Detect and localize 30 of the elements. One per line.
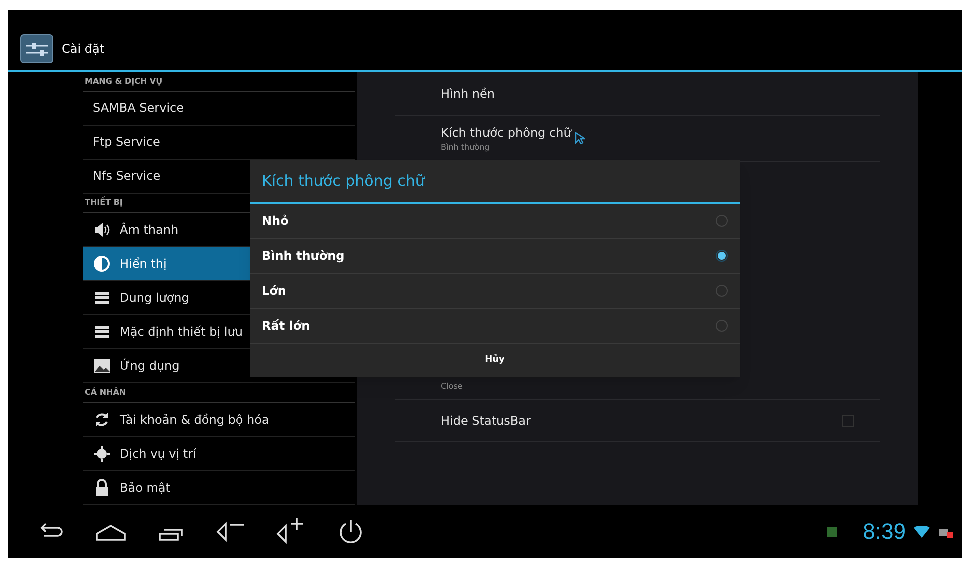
radio-button[interactable] <box>716 285 728 297</box>
sidebar-item[interactable]: Bảo mật <box>83 471 355 505</box>
speaker-icon <box>93 220 111 239</box>
settings-row[interactable]: Hide StatusBar <box>395 400 880 442</box>
contrast-icon <box>93 254 111 273</box>
radio-button[interactable] <box>716 320 728 332</box>
sync-icon <box>93 410 111 429</box>
cursor-icon <box>575 132 586 144</box>
settings-icon[interactable] <box>20 34 54 64</box>
sidebar-item[interactable]: Tài khoản & đồng bộ hóa <box>83 403 355 438</box>
sidebar-item[interactable]: Dịch vụ vị trí <box>83 437 355 472</box>
location-icon <box>93 444 111 463</box>
checkbox[interactable] <box>842 414 854 426</box>
dialog-option[interactable]: Nhỏ <box>250 204 740 239</box>
settings-row[interactable]: Hình nền <box>395 72 880 116</box>
dialog-option[interactable]: Bình thường <box>250 239 740 274</box>
section-header: MANG & DỊCH VỤ <box>83 72 355 92</box>
dialog-title: Kích thước phông chữ <box>250 160 740 204</box>
dialog-option[interactable]: Rất lớn <box>250 309 740 344</box>
lock-icon <box>93 478 111 497</box>
picture-icon <box>93 356 111 375</box>
radio-button[interactable] <box>716 250 728 262</box>
notification-icon[interactable] <box>827 526 838 536</box>
dialog-option[interactable]: Lớn <box>250 274 740 309</box>
window-title: Cài đặt <box>62 41 105 58</box>
wifi-icon <box>914 526 930 538</box>
section-header: CÁ NHÂN <box>83 383 355 404</box>
radio-button[interactable] <box>716 215 728 227</box>
sidebar-item[interactable]: SAMBA Service <box>83 92 355 126</box>
clock: 8:39 <box>863 518 906 546</box>
